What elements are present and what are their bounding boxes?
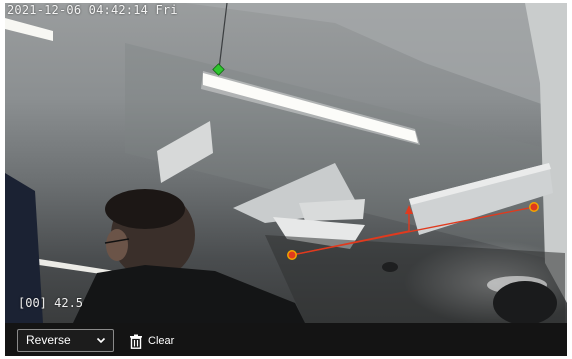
clear-button[interactable]: Clear <box>129 332 174 350</box>
osd-timestamp: 2021-12-06 04:42:14 Fri <box>7 3 178 17</box>
direction-select[interactable]: Reverse <box>17 329 114 352</box>
direction-select-value: Reverse <box>26 333 71 347</box>
camera-view[interactable]: 2021-12-06 04:42:14 Fri [00] 42.5 <box>5 3 567 323</box>
trash-icon <box>129 334 143 349</box>
line-end-handle[interactable] <box>529 202 539 212</box>
camera-scene <box>5 3 567 323</box>
osd-reading: [00] 42.5 <box>18 296 84 310</box>
line-start-handle[interactable] <box>287 250 297 260</box>
clear-label: Clear <box>148 335 175 347</box>
chevron-down-icon <box>96 330 106 359</box>
toolbar: Reverse Clear <box>5 323 567 356</box>
